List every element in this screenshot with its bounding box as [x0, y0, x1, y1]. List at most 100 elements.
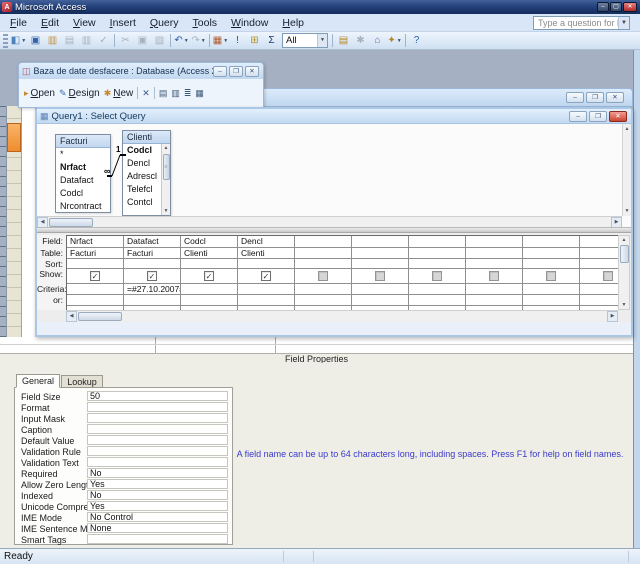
menu-query[interactable]: Query [143, 15, 186, 31]
grid-show-cell[interactable]: ✓ [181, 269, 238, 284]
grid-show-cell[interactable]: ✓ [67, 269, 124, 284]
grid-sort-cell[interactable] [295, 259, 352, 269]
menu-view[interactable]: View [66, 15, 103, 31]
grid-column[interactable]: CodclClienti✓ [181, 236, 238, 310]
field-item-dencl[interactable]: Dencl [123, 157, 161, 170]
grid-hscrollbar[interactable]: ◀ ▶ [66, 310, 618, 321]
table-close-button[interactable]: ✕ [606, 92, 624, 103]
top-values-combo[interactable]: All▼ [282, 33, 328, 48]
db-delete-button[interactable]: ✕ [142, 88, 150, 99]
query-minimize-button[interactable]: ‒ [569, 111, 587, 122]
tab-general[interactable]: General [16, 374, 60, 388]
field-list-facturi[interactable]: Facturi*NrfactDatafactCodclNrcontract [55, 134, 111, 213]
dropdown-arrow-icon[interactable]: ▼ [223, 38, 228, 44]
db-details-view-button[interactable]: ▦ [195, 88, 204, 99]
grid-show-cell[interactable] [523, 269, 580, 284]
view-design-button[interactable]: ◧▼ [10, 33, 27, 49]
show-checkbox[interactable]: ✓ [204, 271, 214, 281]
property-value-required[interactable]: No [87, 468, 228, 478]
scroll-right-icon[interactable]: ▶ [607, 311, 618, 322]
run-button[interactable]: ! [229, 33, 246, 49]
db-large-icons-button[interactable]: ▤ [159, 88, 168, 99]
table-pane-vscrollbar[interactable]: ▲▼ [622, 124, 631, 216]
grid-column[interactable] [352, 236, 409, 310]
grid-table-cell[interactable]: Clienti [181, 248, 238, 259]
property-value-input-mask[interactable] [87, 413, 228, 423]
grid-criteria-cell[interactable]: =#27.10.2007# [124, 284, 181, 295]
save-button[interactable]: ▣ [27, 33, 44, 49]
property-value-validation-text[interactable] [87, 457, 228, 467]
grid-sort-cell[interactable] [352, 259, 409, 269]
help-button[interactable]: ? [408, 33, 425, 49]
db-open-button[interactable]: ▸Open [24, 88, 55, 99]
grid-field-cell[interactable] [580, 236, 618, 248]
grid-sort-cell[interactable] [238, 259, 295, 269]
property-value-ime-sentence-mode[interactable]: None [87, 523, 228, 533]
property-value-indexed[interactable]: No [87, 490, 228, 500]
file-search-button[interactable]: ▥ [44, 33, 61, 49]
grid-or-cell[interactable] [124, 295, 181, 306]
field-list-title-clienti[interactable]: Clienti [123, 131, 170, 144]
grid-table-cell[interactable] [580, 248, 618, 259]
field-item-star[interactable]: * [56, 148, 110, 161]
show-checkbox[interactable]: ✓ [90, 271, 100, 281]
minimize-button[interactable]: ‒ [597, 2, 609, 12]
grid-or-cell[interactable] [67, 295, 124, 306]
grid-criteria-cell[interactable] [67, 284, 124, 295]
grid-or-cell[interactable] [295, 295, 352, 306]
grid-criteria-cell[interactable] [523, 284, 580, 295]
properties-button[interactable]: ▤ [335, 33, 352, 49]
dropdown-arrow-icon[interactable]: ▼ [184, 38, 189, 44]
grid-sort-cell[interactable] [466, 259, 523, 269]
grid-or-cell[interactable] [238, 295, 295, 306]
close-button[interactable]: ✕ [623, 2, 637, 12]
grid-column[interactable] [466, 236, 523, 310]
grid-or-cell[interactable] [181, 295, 238, 306]
db-restore-button[interactable]: ❐ [229, 66, 243, 77]
grid-field-cell[interactable] [466, 236, 523, 248]
grid-column[interactable] [295, 236, 352, 310]
grid-criteria-cell[interactable] [466, 284, 523, 295]
grid-table-cell[interactable] [466, 248, 523, 259]
grid-criteria-cell[interactable] [352, 284, 409, 295]
grid-table-cell[interactable]: Clienti [238, 248, 295, 259]
grid-criteria-cell[interactable] [238, 284, 295, 295]
grid-criteria-cell[interactable] [409, 284, 466, 295]
scroll-right-icon[interactable]: ▶ [611, 217, 622, 228]
grid-show-cell[interactable]: ✓ [238, 269, 295, 284]
field-item-nrfact[interactable]: Nrfact [56, 161, 110, 174]
grid-table-cell[interactable] [409, 248, 466, 259]
scroll-left-icon[interactable]: ◀ [66, 311, 77, 322]
grid-criteria-cell[interactable] [181, 284, 238, 295]
grid-table-cell[interactable]: Facturi [124, 248, 181, 259]
field-item-codcl[interactable]: Codcl [56, 187, 110, 200]
grid-show-cell[interactable] [409, 269, 466, 284]
maximize-button[interactable]: ▢ [610, 2, 622, 12]
property-value-format[interactable] [87, 402, 228, 412]
grid-show-cell[interactable]: ✓ [124, 269, 181, 284]
grid-or-cell[interactable] [580, 295, 618, 306]
grid-column[interactable]: DenclClienti✓ [238, 236, 295, 310]
grid-column[interactable]: NrfactFacturi✓ [67, 236, 124, 310]
field-item-codcl[interactable]: Codcl [123, 144, 161, 157]
grid-field-cell[interactable]: Datafact [124, 236, 181, 248]
menu-edit[interactable]: Edit [34, 15, 66, 31]
table-minimize-button[interactable]: ‒ [566, 92, 584, 103]
property-value-smart-tags[interactable] [87, 534, 228, 544]
field-list-title-facturi[interactable]: Facturi [56, 135, 110, 148]
grid-column[interactable]: DatafactFacturi ✓=#27.10.2007# [124, 236, 181, 310]
grid-column[interactable] [409, 236, 466, 310]
scroll-left-icon[interactable]: ◀ [37, 217, 48, 228]
query-window-titlebar[interactable]: ▦ Query1 : Select Query ‒ ❐ ✕ [37, 109, 631, 124]
grid-sort-cell[interactable] [67, 259, 124, 269]
grid-or-cell[interactable] [523, 295, 580, 306]
db-close-button[interactable]: ✕ [245, 66, 259, 77]
property-value-unicode-compression[interactable]: Yes [87, 501, 228, 511]
db-new-button[interactable]: ✱New [104, 88, 134, 99]
property-value-validation-rule[interactable] [87, 446, 228, 456]
menu-window[interactable]: Window [224, 15, 275, 31]
grid-criteria-cell[interactable] [295, 284, 352, 295]
combo-dropdown-icon[interactable]: ▼ [317, 34, 327, 47]
property-value-field-size[interactable]: 50 [87, 391, 228, 401]
undo-button[interactable]: ↶▼ [173, 33, 190, 49]
